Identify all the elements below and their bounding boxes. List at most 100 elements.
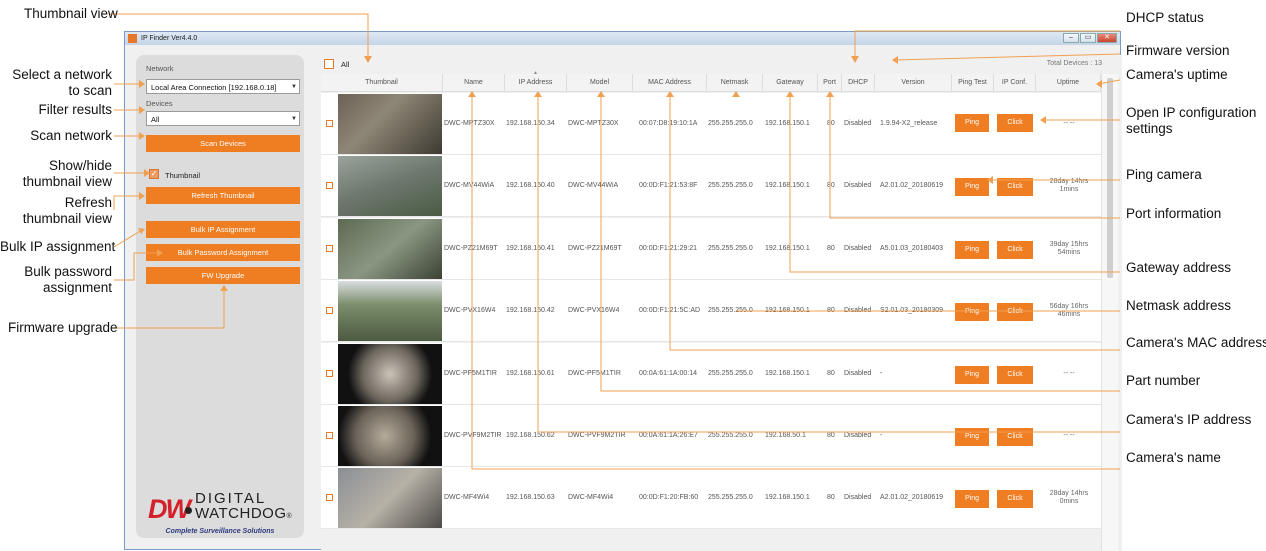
annotation-gateway: Gateway address [1126, 260, 1232, 275]
ping-button[interactable]: Ping [955, 240, 989, 259]
camera-thumbnail [338, 343, 442, 404]
bulk-password-assignment-button[interactable]: Bulk Password Assignment [146, 244, 300, 261]
camera-thumbnail [338, 281, 442, 342]
cell-dhcp-status: Disabled [844, 182, 872, 190]
ping-button[interactable]: Ping [955, 178, 989, 197]
row-checkbox[interactable] [326, 432, 333, 439]
ip-config-button[interactable]: Click [997, 428, 1033, 446]
col-header-ping-test[interactable]: Ping Test [952, 74, 994, 92]
col-header-name[interactable]: Name [443, 74, 505, 92]
col-header-ip-conf[interactable]: IP Conf. [994, 74, 1036, 92]
cell-port: 80 [827, 494, 835, 502]
col-header-ip-address[interactable]: IP Address [505, 74, 567, 92]
ip-config-button[interactable]: Click [997, 490, 1033, 509]
col-header-uptime[interactable]: Uptime [1036, 74, 1101, 92]
annotation-port-info: Port information [1126, 206, 1222, 221]
row-checkbox[interactable] [326, 182, 333, 190]
ip-config-button[interactable]: Click [997, 365, 1033, 384]
ping-button[interactable]: Ping [955, 114, 989, 132]
cell-camera-name: DWC-PVF9M2TIR [444, 432, 502, 439]
devices-filter-select[interactable]: All ▼ [146, 111, 300, 126]
cell-netmask: 255.255.255.0 [708, 494, 753, 502]
network-select[interactable]: Local Area Connection [192.168.0.18] ▼ [146, 79, 300, 94]
table-row[interactable]: DWC-MPTZ30X 192.168.150.34 DWC-MPTZ30X 00:0… [321, 93, 1101, 155]
annotation-ping-camera: Ping camera [1126, 167, 1202, 182]
ping-button[interactable]: Ping [955, 303, 989, 322]
cell-ip-address: 192.168.150.41 [506, 244, 555, 252]
cell-dhcp-status: Disabled [844, 432, 872, 439]
cell-model: DWC-MPTZ30X [568, 120, 619, 127]
cell-ip-address: 192.168.150.34 [506, 120, 555, 127]
cell-uptime-minutes: 54mins [1057, 248, 1081, 256]
select-all-checkbox[interactable] [324, 59, 334, 69]
col-header-thumbnail[interactable]: Thumbnail [321, 74, 443, 92]
app-icon [128, 34, 137, 43]
cell-gateway: 192.168.150.1 [765, 120, 810, 127]
network-label: Network [146, 64, 174, 73]
ip-config-button[interactable]: Click [997, 114, 1033, 132]
ping-button[interactable]: Ping [955, 428, 989, 446]
ip-config-button[interactable]: Click [997, 240, 1033, 259]
cell-model: DWC-MF4Wi4 [568, 494, 614, 502]
cell-uptime: -- -- [1063, 120, 1075, 127]
cell-netmask: 255.255.255.0 [708, 432, 753, 439]
annotation-open-ip-config: Open IP configuration settings [1126, 105, 1257, 136]
sidebar: Network Local Area Connection [192.168.0… [136, 55, 304, 538]
annotation-camera-name: Camera's name [1126, 450, 1221, 465]
devices-label: Devices [146, 99, 173, 108]
col-header-model[interactable]: Model [567, 74, 633, 92]
cell-mac-address: 00:0A:61:1A:00:14 [639, 369, 697, 377]
annotation-firmware-upgrade: Firmware upgrade [8, 320, 118, 335]
logo-watchdog: WATCHDOG® [195, 505, 292, 524]
col-header-mac-address[interactable]: MAC Address [633, 74, 707, 92]
refresh-thumbnail-button[interactable]: Refresh Thumbnail [146, 187, 300, 204]
cell-uptime: 56day 16hrs [1049, 303, 1089, 311]
camera-thumbnail [338, 468, 442, 529]
col-header-port[interactable]: Port [818, 74, 842, 92]
ip-config-button[interactable]: Click [997, 303, 1033, 322]
col-header-gateway[interactable]: Gateway [763, 74, 818, 92]
cell-netmask: 255.255.255.0 [708, 307, 753, 315]
logo-digital: DIGITAL [195, 490, 267, 507]
vertical-scrollbar[interactable] [1101, 74, 1118, 551]
row-checkbox[interactable] [326, 307, 333, 315]
annotation-bulk-password: Bulk password assignment [24, 264, 112, 295]
cell-ip-address: 192.168.150.40 [506, 182, 555, 190]
col-header-dhcp[interactable]: DHCP [842, 74, 875, 92]
cell-port: 80 [827, 307, 835, 315]
cell-gateway: 192.168.150.1 [765, 307, 810, 315]
row-checkbox[interactable] [326, 369, 333, 377]
row-checkbox[interactable] [326, 120, 333, 127]
title-bar[interactable]: IP Finder Ver4.4.0 – ▭ ✕ [125, 32, 1120, 45]
cell-port: 80 [827, 432, 835, 439]
close-button[interactable]: ✕ [1097, 33, 1117, 43]
table-row[interactable]: DWC-PVF9M2TIR 192.168.150.62 DWC-PVF9M2TIR… [321, 405, 1101, 467]
col-header-version[interactable]: Version [875, 74, 952, 92]
logo-watchdog-text: WATCHDOG [195, 505, 287, 522]
row-checkbox[interactable] [326, 244, 333, 252]
col-header-netmask[interactable]: Netmask [707, 74, 763, 92]
scan-devices-button[interactable]: Scan Devices [146, 135, 300, 152]
ping-button[interactable]: Ping [955, 365, 989, 384]
total-devices-count: Total Devices : 13 [1046, 60, 1102, 67]
ip-config-button[interactable]: Click [997, 178, 1033, 197]
row-checkbox[interactable] [326, 494, 333, 502]
table-row[interactable]: DWC-PF5M1TIR 192.168.150.61 DWC-PF5M1TIR 00… [321, 342, 1101, 405]
table-row[interactable]: DWC-MF4Wi4 192.168.150.63 DWC-MF4Wi4 00:0D:… [321, 467, 1101, 530]
bulk-ip-assignment-button[interactable]: Bulk IP Assignment [146, 221, 300, 238]
minimize-button[interactable]: – [1063, 33, 1079, 43]
table-row[interactable]: DWC-PZ21M69T 192.168.150.41 DWC-PZ21M69T 00… [321, 217, 1101, 280]
ping-button[interactable]: Ping [955, 490, 989, 509]
cell-gateway: 192.168.150.1 [765, 182, 810, 190]
cell-uptime: 39day 15hrs [1049, 240, 1089, 248]
table-row[interactable]: DWC-MV44WiA 192.168.150.40 DWC-MV44WiA 00:0… [321, 155, 1101, 218]
fw-upgrade-button[interactable]: FW Upgrade [146, 267, 300, 284]
cell-camera-name: DWC-PVX16W4 [444, 307, 496, 315]
maximize-button[interactable]: ▭ [1080, 33, 1096, 43]
cell-uptime: 28day 14hrs [1049, 178, 1089, 186]
annotation-firmware-version: Firmware version [1126, 43, 1230, 58]
scrollbar-thumb[interactable] [1107, 78, 1113, 278]
table-row[interactable]: DWC-PVX16W4 192.168.150.42 DWC-PVX16W4 00:0… [321, 280, 1101, 343]
thumbnail-checkbox[interactable]: ✓ [149, 169, 159, 179]
chevron-down-icon: ▼ [291, 116, 297, 122]
